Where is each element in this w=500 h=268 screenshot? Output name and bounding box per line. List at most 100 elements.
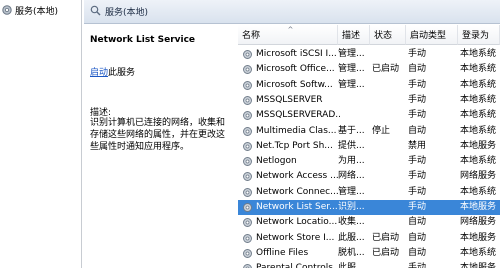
cell-name: Net.Tcp Port Sh... [256, 140, 333, 151]
cell-desc [338, 93, 370, 108]
tree-item-label: 服务(本地) [15, 6, 59, 17]
cell-name: Multimedia Clas... [256, 125, 337, 136]
service-gear-icon [243, 111, 252, 121]
cell-logon: 本地服务 [460, 232, 497, 243]
cell-startup: 自动 [408, 217, 427, 228]
cell-logon: 本地系统 [460, 186, 497, 197]
cell-desc: 为用... [338, 156, 365, 167]
service-gear-icon [243, 248, 252, 258]
table-row[interactable]: Network Access ... 网络... 手动 网络服务 [238, 169, 500, 184]
column-header-startup[interactable]: 启动类型 [406, 25, 458, 45]
tree-pane: 服务(本地) [0, 0, 82, 268]
cell-startup: 手动 [408, 171, 427, 182]
cell-name: Offline Files [256, 247, 309, 258]
table-row[interactable]: MSSQLSERVERAD... 手动 本地系统 [238, 108, 500, 123]
cell-name: Microsoft Office... [256, 64, 335, 75]
column-label-desc: 描述 [342, 31, 361, 41]
service-gear-icon [243, 126, 252, 136]
description-pane: Network List Service 启动此服务 描述: 识别计算机已连接的… [84, 25, 238, 268]
cell-name: Microsoft iSCSI I... [256, 49, 337, 59]
table-row[interactable]: Network Locatio... 收集... 自动 网络服务 [238, 215, 500, 230]
service-gear-icon [243, 203, 252, 212]
cell-status [372, 47, 406, 62]
cell-logon: 网络服务 [460, 171, 497, 182]
service-gear-icon [243, 157, 252, 167]
cell-logon: 本地系统 [460, 125, 497, 136]
cell-name: Netlogon [256, 156, 297, 167]
tree-item-services-local[interactable]: 服务(本地) [0, 2, 58, 18]
cell-logon: 本地系统 [460, 247, 497, 258]
cell-startup: 手动 [408, 49, 427, 59]
cell-status [372, 154, 406, 169]
cell-startup: 禁用 [408, 140, 427, 151]
cell-status: 已启动 [372, 247, 400, 258]
table-row[interactable]: Netlogon 为用... 手动 本地系统 [238, 154, 500, 169]
cell-desc [338, 108, 370, 123]
table-row[interactable]: Offline Files 脱机... 已启动 自动 本地系统 [238, 246, 500, 261]
column-header-name[interactable]: ^ 名称 [238, 25, 338, 45]
cell-name: Network Access ... [256, 171, 339, 182]
column-label-startup: 启动类型 [410, 31, 447, 41]
column-header-desc[interactable]: 描述 [338, 25, 370, 45]
cell-logon: 本地系统 [460, 64, 497, 75]
table-row[interactable]: Parental Controls此服... 手动本地服务 [238, 261, 500, 268]
service-gear-icon [243, 80, 252, 90]
cell-startup: 自动 [408, 64, 427, 75]
cell-startup: 手动 [408, 156, 427, 167]
service-gear-icon [243, 264, 252, 268]
cell-status [372, 169, 406, 184]
panel-header: 服务(本地) [84, 0, 500, 24]
service-gear-icon [243, 50, 252, 59]
cell-logon: 本地系统 [460, 110, 497, 121]
table-row[interactable]: Net.Tcp Port Sh... 提供... 禁用 本地服务 [238, 139, 500, 154]
cell-status: 已启动 [372, 64, 400, 75]
cell-desc: 管理... [338, 49, 365, 59]
start-service-link[interactable]: 启动 [90, 68, 108, 78]
cell-status [372, 215, 406, 230]
cell-desc: 提供... [338, 140, 365, 151]
cell-desc: 管理... [338, 79, 365, 90]
cell-logon: 本地系统 [460, 79, 497, 90]
cell-desc: 识别... [338, 202, 365, 212]
table-row[interactable]: Network Store I... 此服... 已启动 自动 本地服务 [238, 231, 500, 246]
service-gear-icon [243, 95, 252, 105]
action-suffix: 此服务 [108, 68, 136, 78]
cell-desc: 收集... [338, 217, 365, 228]
cell-startup: 自动 [408, 125, 427, 136]
cell-name: Network Store I... [256, 232, 335, 243]
column-header-status[interactable]: 状态 [370, 25, 406, 45]
gear-icon [1, 4, 13, 16]
column-header-logon[interactable]: 登录为 [458, 25, 500, 45]
cell-logon: 本地系统 [460, 94, 497, 105]
sort-up-icon: ^ [287, 26, 294, 34]
cell-startup: 手动 [408, 110, 427, 121]
service-gear-icon [243, 218, 252, 228]
cell-name: Network List Ser... [256, 202, 338, 212]
table-row[interactable]: Microsoft iSCSI I... 管理... 手动 本地系统 [238, 47, 500, 62]
cell-desc: 脱机... [338, 247, 365, 258]
table-row[interactable]: Network Connec... 管理... 手动 本地系统 [238, 185, 500, 200]
cell-status [372, 93, 406, 108]
cell-startup: 手动 [408, 79, 427, 90]
table-row[interactable]: Multimedia Clas... 基于... 停止 自动 本地系统 [238, 124, 500, 139]
service-gear-icon [243, 187, 252, 197]
cell-status: 已启动 [372, 232, 400, 243]
column-label-logon: 登录为 [462, 31, 490, 41]
cell-logon: 本地服务 [460, 261, 500, 268]
cell-status [372, 261, 406, 268]
services-list: ^ 名称 描述 状态 启动类型 登录为 Microsoft iSCSI I...… [238, 25, 500, 268]
table-row[interactable]: Network List Ser... 识别... 手动 本地服务 [238, 200, 500, 215]
cell-status [372, 185, 406, 200]
table-row[interactable]: MSSQLSERVER 手动 本地系统 [238, 93, 500, 108]
cell-startup: 手动 [408, 261, 458, 268]
column-label-status: 状态 [374, 31, 393, 41]
table-row[interactable]: Microsoft Office... 管理... 已启动 自动 本地系统 [238, 62, 500, 77]
table-row[interactable]: Microsoft Softw... 管理... 手动 本地系统 [238, 78, 500, 93]
cell-startup: 手动 [408, 202, 427, 212]
cell-name: MSSQLSERVER [256, 94, 323, 105]
cell-status [372, 78, 406, 93]
cell-name: Microsoft Softw... [256, 79, 333, 90]
service-gear-icon [243, 65, 252, 75]
cell-status: 停止 [372, 125, 391, 136]
cell-desc: 此服... [338, 232, 365, 243]
